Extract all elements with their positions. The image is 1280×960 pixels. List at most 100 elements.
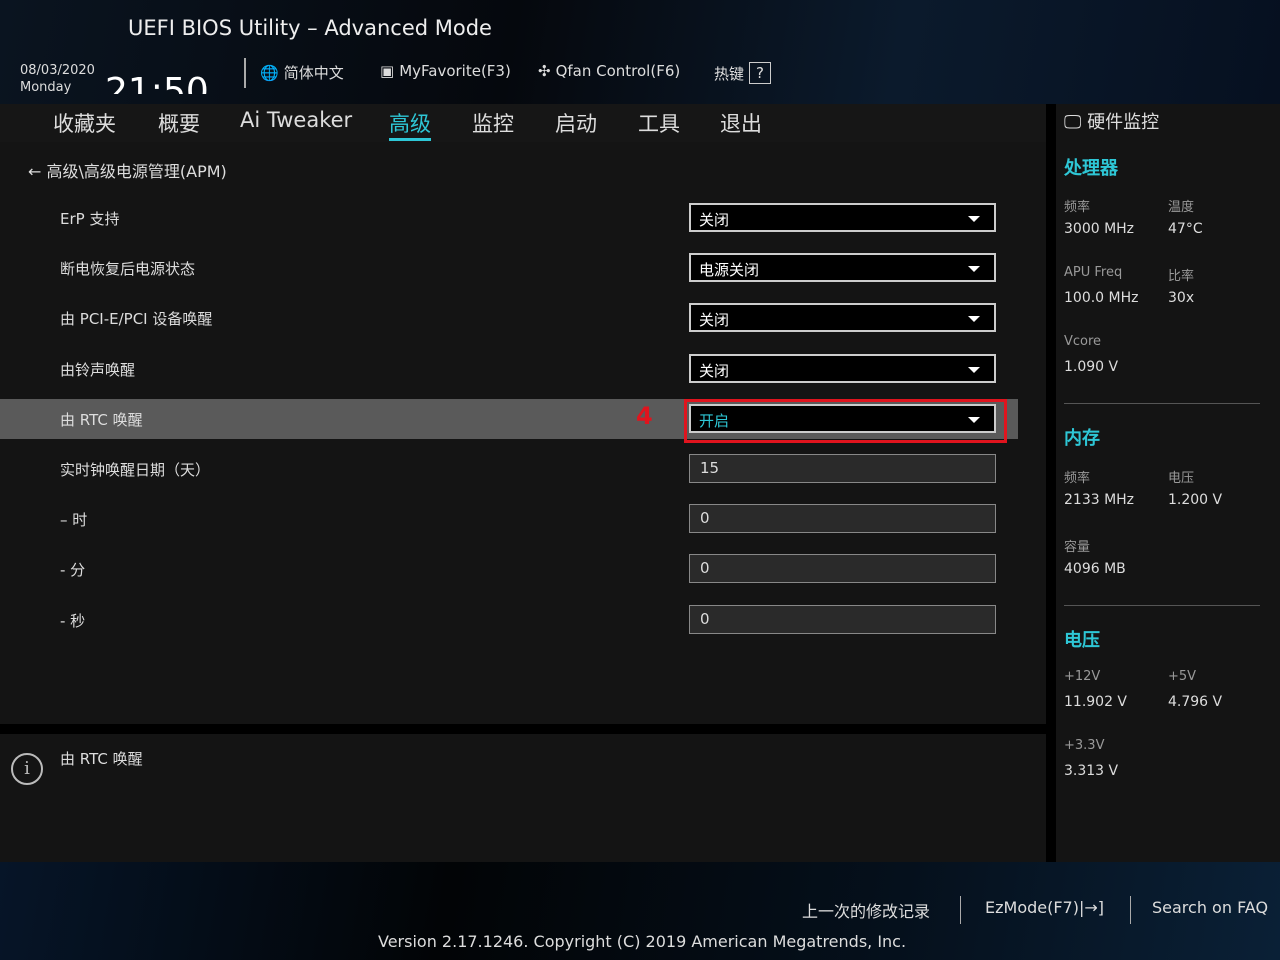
tab-ai-tweaker[interactable]: Ai Tweaker [240,108,352,132]
tab-tool[interactable]: 工具 [638,108,680,138]
tab-favorites[interactable]: 收藏夹 [53,108,116,138]
mem-volt: 1.200 V [1168,492,1223,508]
divider [244,58,246,88]
date-display: 08/03/2020 Monday [20,62,95,96]
breadcrumb[interactable]: ← 高级\高级电源管理(APM) [28,158,227,182]
setting-label: 实时钟唤醒日期（天） [60,461,211,479]
v12: 11.902 V [1064,694,1128,710]
back-arrow-icon[interactable]: ← [28,162,47,181]
setting-row[interactable]: ErP 支持 关闭 [0,198,1018,238]
hardware-monitor: 🖵 硬件监控 处理器 频率 3000 MHz 温度 47°C APU Freq … [1056,104,1280,862]
divider [960,896,961,924]
voltage-section-title: 电压 [1064,630,1100,651]
ezmode-button[interactable]: EzMode(F7)|→] [985,898,1104,917]
setting-dropdown[interactable]: 关闭 [689,353,996,383]
hotkeys-button[interactable]: 热键? [714,62,772,84]
tab-exit[interactable]: 退出 [720,108,762,138]
info-icon: i [11,753,43,785]
setting-input[interactable]: 0 [689,604,996,634]
setting-label: 断电恢复后电源状态 [60,260,196,279]
dropdown-value: 关闭 [699,361,730,380]
setting-label: – 时 [60,511,88,530]
dropdown-value: 电源关闭 [699,261,760,280]
dropdown-value: 关闭 [699,211,730,229]
apu-freq: 100.0 MHz [1064,290,1139,306]
highlight-box [684,399,1007,443]
version-text: Version 2.17.1246. Copyright (C) 2019 Am… [378,932,907,951]
mem-cap-label: 容量 [1064,540,1091,555]
mem-freq-label: 频率 [1064,471,1091,486]
setting-row[interactable]: 实时钟唤醒日期（天） 15 [0,449,1018,489]
globe-icon: 🌐 [260,63,279,82]
search-faq-button[interactable]: Search on FAQ [1152,898,1268,917]
setting-row[interactable]: – 时 0 [0,499,1018,539]
mem-cap: 4096 MB [1064,561,1126,577]
date: 08/03/2020 [20,63,95,78]
monitor-title: 🖵 硬件监控 [1064,108,1159,134]
fan-icon: ✣ [538,62,551,80]
setting-row[interactable]: 断电恢复后电源状态 电源关闭 [0,248,1018,288]
setting-dropdown[interactable]: 关闭 [689,303,996,333]
setting-label: 由 RTC 唤醒 [60,410,143,429]
setting-label: 由 PCI-E/PCI 设备唤醒 [60,310,213,329]
v5: 4.796 V [1168,694,1223,710]
setting-input[interactable]: 0 [689,554,996,584]
chevron-down-icon [968,316,980,323]
v33: 3.313 V [1064,763,1119,779]
clock: 21:50 [105,71,209,94]
dropdown-value: 关闭 [699,311,730,330]
step-annotation: 4 [636,402,653,430]
tab-overview[interactable]: 概要 [158,108,200,138]
tab-advanced[interactable]: 高级 [389,108,431,141]
main-tabs: 收藏夹 概要 Ai Tweaker 高级 监控 启动 工具 退出 [0,104,1046,142]
favorite-icon: ▣ [380,62,395,80]
myfavorite-button[interactable]: ▣ MyFavorite(F3) [380,62,511,80]
setting-label: 由铃声唤醒 [60,360,136,379]
breadcrumb-text: 高级\高级电源管理(APM) [46,162,227,181]
footer: 上一次的修改记录 EzMode(F7)|→] Search on FAQ Ver… [0,862,1280,960]
tab-monitor[interactable]: 监控 [472,108,514,138]
setting-row[interactable]: - 分 0 [0,549,1018,589]
v5-label: +5V [1168,669,1197,684]
vcore: 1.090 V [1064,359,1119,375]
myfavorite-label: MyFavorite(F3) [399,62,511,80]
v33-label: +3.3V [1064,738,1105,753]
monitor-icon: 🖵 [1064,112,1088,133]
language-label: 简体中文 [283,64,344,82]
mem-volt-label: 电压 [1168,471,1195,486]
header: UEFI BIOS Utility – Advanced Mode 08/03/… [0,0,1280,104]
vcore-label: Vcore [1064,334,1102,349]
setting-row[interactable]: 由 PCI-E/PCI 设备唤醒 关闭 [0,298,1018,338]
setting-row[interactable]: - 秒 0 [0,600,1018,640]
divider [1064,605,1260,606]
day: Monday [20,80,72,95]
last-modified-button[interactable]: 上一次的修改记录 [802,898,930,922]
help-icon: ? [749,62,772,84]
app-title: UEFI BIOS Utility – Advanced Mode [128,16,492,40]
help-panel: i 由 RTC 唤醒 [0,734,1046,862]
hotkeys-label: 热键 [714,64,745,83]
tab-boot[interactable]: 启动 [555,108,597,138]
setting-label: - 秒 [60,611,86,630]
qfan-button[interactable]: ✣ Qfan Control(F6) [538,62,680,80]
cpu-freq: 3000 MHz [1064,221,1135,237]
language-button[interactable]: 🌐 简体中文 [260,62,344,83]
cpu-section-title: 处理器 [1064,158,1118,179]
setting-row[interactable]: 由铃声唤醒 关闭 [0,349,1018,389]
ratio-label: 比率 [1168,269,1195,284]
setting-dropdown[interactable]: 电源关闭 [689,253,996,283]
qfan-label: Qfan Control(F6) [555,62,681,80]
mem-freq: 2133 MHz [1064,492,1135,508]
ratio: 30x [1168,290,1195,306]
setting-dropdown[interactable]: 关闭 [689,203,996,232]
setting-label: - 分 [60,561,86,580]
setting-input[interactable]: 15 [689,454,996,483]
divider [1064,403,1260,404]
v12-label: +12V [1064,669,1101,684]
apu-label: APU Freq [1064,265,1123,280]
help-text: 由 RTC 唤醒 [60,750,143,768]
cpu-temp-label: 温度 [1168,200,1195,215]
setting-input[interactable]: 0 [689,504,996,534]
setting-label: ErP 支持 [60,210,120,228]
cpu-temp: 47°C [1168,221,1203,237]
